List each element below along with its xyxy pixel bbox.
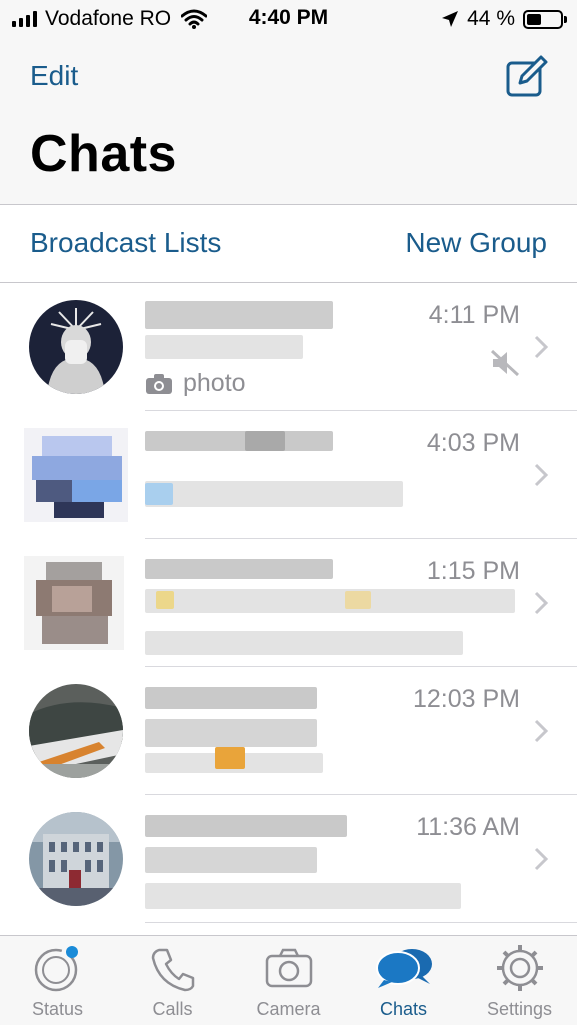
status-icon [34, 946, 78, 992]
tab-label: Chats [379, 999, 428, 1019]
chat-time: 1:15 PM [426, 557, 520, 585]
tab-label: Camera [256, 999, 321, 1019]
chat-row[interactable]: 1:15 PM [0, 539, 577, 667]
chevron-right-icon [534, 719, 549, 743]
camera-icon [146, 373, 172, 394]
chat-actions-row: Broadcast Lists New Group [0, 205, 577, 283]
chevron-right-icon [534, 847, 549, 871]
tab-status[interactable]: Status [0, 942, 115, 1022]
edit-button[interactable]: Edit [30, 60, 78, 92]
tab-calls[interactable]: Calls [115, 942, 230, 1022]
chat-row[interactable]: 11:36 AM [0, 795, 577, 923]
tab-chats[interactable]: Chats [346, 942, 461, 1022]
chevron-right-icon [534, 591, 549, 615]
location-icon [442, 11, 459, 27]
muted-speaker-icon [490, 349, 520, 377]
tab-settings[interactable]: Settings [462, 942, 577, 1022]
chat-row[interactable]: 4:03 PM [0, 411, 577, 539]
tab-bar: Status Calls Camera Chats Settings [0, 935, 577, 1025]
battery-icon [523, 9, 567, 29]
battery-percent: 44 % [467, 7, 515, 30]
message-preview: photo [145, 369, 246, 398]
tab-camera[interactable]: Camera [231, 942, 346, 1022]
tab-label: Status [31, 999, 84, 1019]
chevron-right-icon [534, 335, 549, 359]
avatar [29, 300, 123, 394]
chat-list: photo 4:11 PM 4:03 PM 1:15 PM 12:03 PM 1… [0, 283, 577, 923]
broadcast-lists-button[interactable]: Broadcast Lists [30, 227, 221, 259]
preview-text: photo [183, 369, 246, 397]
gear-icon [496, 945, 543, 991]
chat-time: 4:03 PM [426, 429, 520, 457]
tab-label: Calls [152, 999, 193, 1019]
avatar [24, 428, 128, 522]
new-group-button[interactable]: New Group [405, 227, 547, 259]
status-right: 44 % [441, 7, 567, 31]
chat-row[interactable]: 12:03 PM [0, 667, 577, 795]
camera-icon [265, 948, 312, 988]
page-title: Chats [30, 125, 177, 183]
avatar [24, 556, 124, 650]
chat-row[interactable]: photo 4:11 PM [0, 283, 577, 411]
tab-label: Settings [486, 999, 553, 1019]
chevron-right-icon [534, 463, 549, 487]
navigation-header: Edit Chats [0, 40, 577, 205]
status-bar: Vodafone RO 4:40 PM 44 % [0, 0, 577, 40]
phone-icon [151, 948, 194, 992]
avatar [29, 812, 123, 906]
compose-icon[interactable] [505, 54, 549, 98]
chat-time: 12:03 PM [412, 685, 520, 713]
avatar [29, 684, 123, 778]
chat-time: 4:11 PM [428, 301, 520, 329]
chat-bubbles-icon [375, 949, 432, 988]
chat-time: 11:36 AM [416, 813, 520, 841]
